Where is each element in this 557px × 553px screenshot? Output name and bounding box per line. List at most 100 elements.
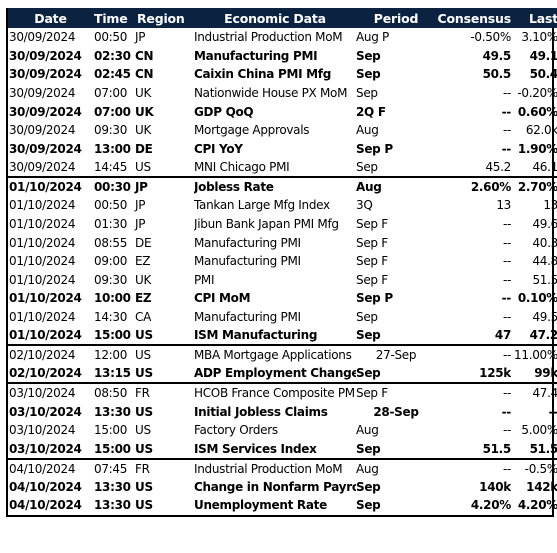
cell-consensus: -0.50% [470,30,511,45]
cell-region: UK [135,86,152,101]
cell-consensus: -- [502,123,511,138]
cell-period: Sep F [356,235,388,250]
cell-date: 03/10/2024 [9,404,82,419]
cell-period: Sep [356,366,381,381]
table-row: 30/09/2024 07:00 UK Nationwide House PX MoM… [8,84,557,103]
cell-economic-data: ISM Manufacturing [194,328,318,343]
cell-consensus: -- [501,291,511,306]
header-economic-data: Economic Data [224,10,326,26]
cell-economic-data: ADP Employment Change [194,366,356,381]
table-row: 30/09/2024 13:00 DE CPI YoY Sep P -- 1.90% [8,140,557,159]
cell-region: US [135,479,153,494]
cell-region: DE [135,235,152,250]
cell-consensus: -- [502,217,511,232]
cell-period: Sep [356,67,381,82]
cell-consensus: 45.2 [485,160,511,175]
cell-economic-data: Unemployment Rate [194,498,327,513]
cell-time: 07:45 [92,457,134,478]
cell-region: CN [135,67,154,82]
table-row: 01/10/2024 10:00 EZ CPI MoM Sep P -- 0.10% [8,289,557,308]
cell-consensus: 2.60% [436,176,511,197]
table-row: 01/10/2024 08:55 DE Manufacturing PMI Sep F -… [8,233,557,252]
cell-economic-data: Tankan Large Mfg Index [194,198,330,213]
cell-last: 13 [543,198,557,213]
cell-economic-data: Caixin China PMI Mfg [194,67,332,82]
header-date: Date [34,10,67,26]
cell-date: 02/10/2024 [9,366,82,381]
cell-period: Sep [356,86,378,101]
cell-time: 13:30 [94,498,131,513]
cell-period: Sep [356,479,381,494]
cell-period: Aug [356,176,436,197]
cell-date: 03/10/2024 [8,382,92,403]
cell-economic-data: Change in Nonfarm Payrolls [194,479,356,494]
cell-date: 30/09/2024 [9,104,82,119]
cell-economic-data: Industrial Production MoM [194,30,343,45]
cell-last: 49.1 [529,48,557,63]
cell-time: 13:30 [94,479,131,494]
cell-period: Sep [356,328,381,343]
cell-consensus: 47 [494,328,511,343]
cell-last: 49.6 [532,217,557,232]
cell-time: 15:00 [94,423,128,438]
table-body: 30/09/2024 00:50 JP Industrial Production M… [8,28,557,515]
header-row: Date Time Region Economic Data Period Co… [8,8,557,28]
cell-consensus: -- [501,141,511,156]
cell-consensus: -- [502,310,511,325]
cell-time: 13:00 [94,141,131,156]
cell-region: US [135,328,153,343]
cell-time: 00:30 [92,176,134,197]
cell-date: 01/10/2024 [9,291,82,306]
table-row: 01/10/2024 00:50 JP Tankan Large Mfg Index 3… [8,196,557,215]
cell-date: 04/10/2024 [9,479,82,494]
cell-period: Aug [356,123,379,138]
cell-region: UK [135,272,152,287]
cell-consensus: 49.5 [482,48,511,63]
cell-period: Aug [356,423,379,438]
cell-period: Sep F [356,254,388,269]
table-row: 30/09/2024 14:45 US MNI Chicago PMI Sep 45.2 4… [8,158,557,177]
cell-economic-data: Jibun Bank Japan PMI Mfg [194,217,339,232]
cell-consensus: 51.5 [482,441,511,456]
header-region: Region [137,10,185,26]
cell-date: 01/10/2024 [9,217,76,232]
cell-last: 51.5 [532,272,557,287]
cell-economic-data: GDP QoQ [194,104,254,119]
cell-date: 01/10/2024 [9,310,76,325]
cell-period: Sep P [356,291,393,306]
header-time: Time [94,10,128,26]
cell-consensus: -- [502,235,511,250]
cell-date: 04/10/2024 [9,498,82,513]
cell-region: UK [135,104,154,119]
cell-economic-data: HCOB France Composite PMI [194,382,356,403]
cell-last: 47.2 [529,328,557,343]
cell-economic-data: Manufacturing PMI [194,48,318,63]
cell-time: 15:00 [94,328,131,343]
cell-economic-data: Jobless Rate [194,176,356,197]
cell-last: 4.20% [517,498,557,513]
cell-consensus: 13 [496,198,511,213]
cell-last: 2.70% [511,176,557,197]
cell-consensus: 4.20% [470,498,511,513]
cell-time: 00:50 [94,198,128,213]
cell-region: US [135,160,151,175]
cell-date: 01/10/2024 [9,235,76,250]
cell-period: 28-Sep [373,404,419,419]
cell-time: 01:30 [94,217,128,232]
cell-economic-data: MBA Mortgage Applications [194,344,356,365]
cell-consensus: -- [502,254,511,269]
table-row: 01/10/2024 00:30 JP Jobless Rate Aug 2.60% 2.7… [8,176,557,197]
table-row: 01/10/2024 01:30 JP Jibun Bank Japan PMI Mf… [8,215,557,234]
cell-date: 01/10/2024 [9,198,76,213]
cell-last: 40.3 [532,235,557,250]
table-row: 30/09/2024 02:45 CN Caixin China PMI Mfg Sep… [8,65,557,84]
cell-time: 13:15 [94,366,131,381]
cell-last: 142k [526,479,557,494]
cell-consensus: -- [436,457,511,478]
table-row: 30/09/2024 09:30 UK Mortgage Approvals Aug --… [8,121,557,140]
cell-time: 07:00 [94,86,128,101]
cell-region: JP [135,198,146,213]
cell-date: 30/09/2024 [9,123,76,138]
cell-region: US [135,404,153,419]
table-row: 02/10/2024 13:15 US ADP Employment Change Se… [8,364,557,383]
